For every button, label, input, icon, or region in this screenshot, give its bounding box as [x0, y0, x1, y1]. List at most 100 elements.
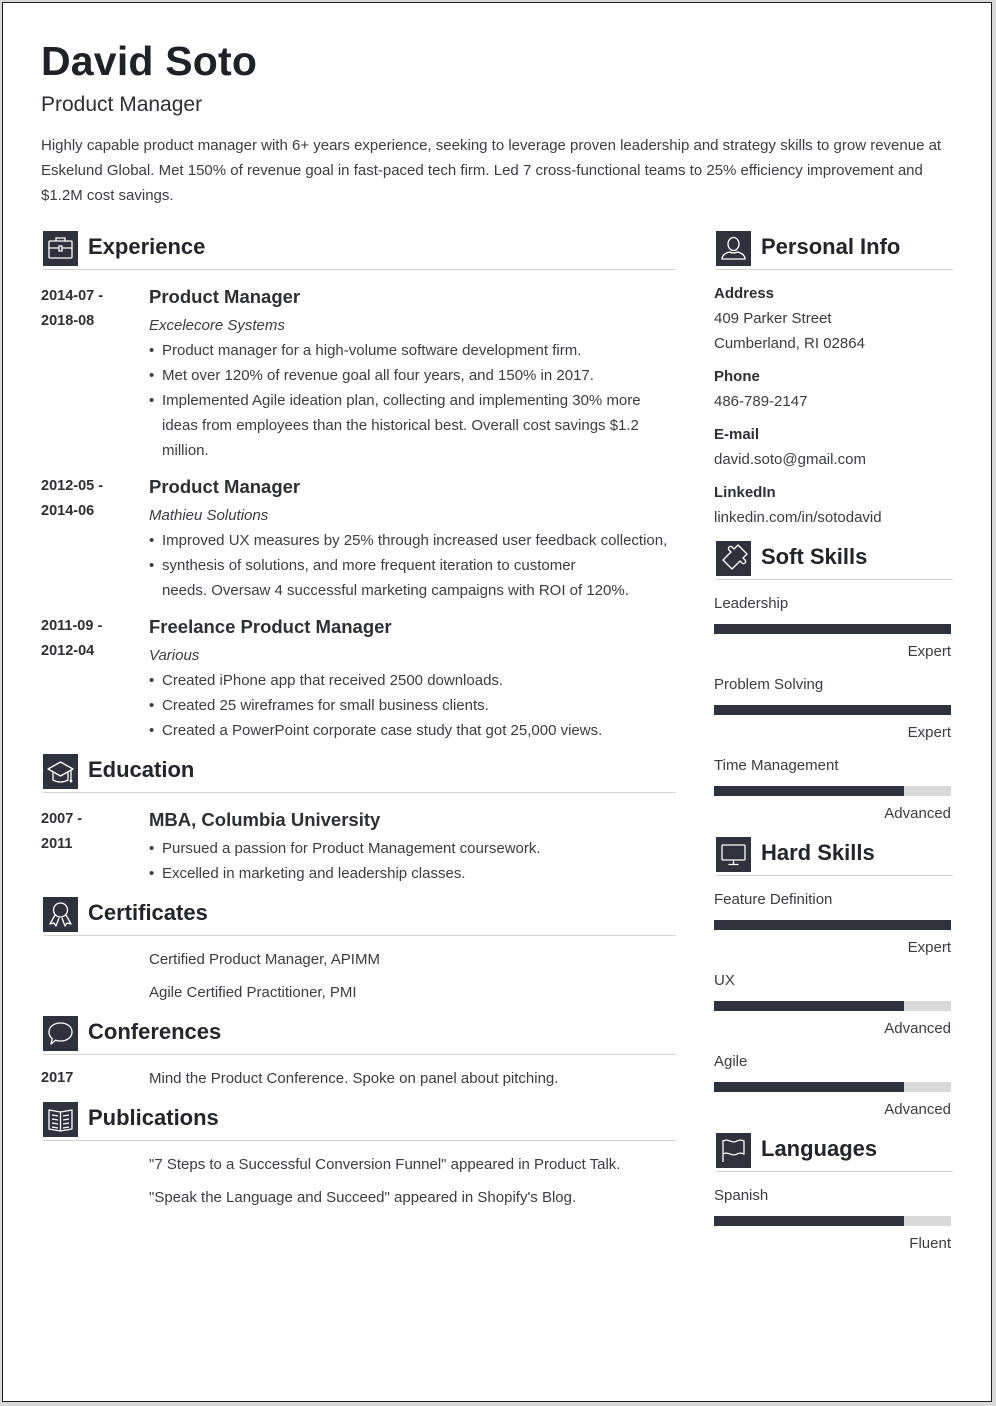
skill-level-bar — [714, 1001, 951, 1011]
skill-level-fill — [714, 920, 951, 930]
section-divider — [43, 935, 676, 936]
job-title: Product Manager — [149, 476, 301, 497]
job-title: Freelance Product Manager — [149, 616, 392, 637]
section-title: Languages — [761, 1136, 878, 1161]
job-bullets: Improved UX measures by 25% through incr… — [149, 528, 679, 603]
bullet-item: Created 25 wireframes for small business… — [149, 693, 679, 718]
certificate-item: Certified Product Manager, APIMM — [149, 951, 380, 968]
email-label: E-mail — [714, 426, 760, 443]
edu-bullets: Pursued a passion for Product Management… — [149, 836, 679, 886]
job-bullets: Created iPhone app that received 2500 do… — [149, 668, 679, 743]
publication-item: "Speak the Language and Succeed" appeare… — [149, 1189, 577, 1206]
linkedin-label: LinkedIn — [714, 484, 776, 501]
skill-name: Leadership — [714, 595, 789, 612]
bullet-item: Implemented Agile ideation plan, collect… — [149, 388, 652, 463]
briefcase-icon — [43, 231, 78, 266]
skill-level-label: Advanced — [884, 1020, 951, 1037]
job-date-end: 2018-08 — [41, 313, 95, 329]
bullet-item: Pursued a passion for Product Management… — [149, 836, 679, 861]
job-date-start: 2011-09 - — [41, 618, 103, 634]
section-divider — [716, 1171, 953, 1172]
skill-level-bar — [714, 624, 951, 634]
skill-level-bar — [714, 1216, 951, 1226]
section-title: Publications — [88, 1105, 219, 1130]
puzzle-piece-icon — [716, 541, 751, 576]
skill-level-fill — [714, 624, 951, 634]
skill-level-bar — [714, 786, 951, 796]
skill-level-bar — [714, 705, 951, 715]
bullet-item: needs. Oversaw 4 successful marketing ca… — [162, 582, 629, 599]
job-date-start: 2012-05 - — [41, 478, 104, 494]
skill-level-label: Expert — [907, 724, 951, 741]
skill-level-bar — [714, 920, 951, 930]
publication-item: "7 Steps to a Successful Conversion Funn… — [149, 1156, 621, 1173]
section-divider — [43, 792, 676, 793]
section-title: Certificates — [88, 900, 208, 925]
skill-level-label: Advanced — [884, 805, 951, 822]
address-line2: Cumberland, RI 02864 — [714, 335, 865, 352]
summary-paragraph: Highly capable product manager with 6+ y… — [41, 137, 942, 204]
section-divider — [716, 579, 953, 580]
certificate-item: Agile Certified Practitioner, PMI — [149, 984, 357, 1001]
skill-name: Time Management — [714, 757, 839, 774]
candidate-role: Product Manager — [41, 93, 203, 116]
graduation-cap-icon — [43, 754, 78, 789]
skill-level-fill — [714, 705, 951, 715]
flag-icon — [716, 1133, 751, 1168]
bullet-item: synthesis of solutions, and more frequen… — [149, 553, 679, 578]
skill-level-bar — [714, 1082, 951, 1092]
skill-level-label: Advanced — [884, 1101, 951, 1118]
skill-level-label: Expert — [907, 643, 951, 660]
section-title: Experience — [88, 234, 206, 259]
job-company: Mathieu Solutions — [149, 507, 269, 524]
skill-level-fill — [714, 1082, 904, 1092]
section-title: Soft Skills — [761, 544, 868, 569]
job-company: Various — [149, 647, 200, 664]
job-date-start: 2014-07 - — [41, 288, 104, 304]
section-divider — [43, 1140, 676, 1141]
edu-date-start: 2007 - — [41, 811, 83, 827]
bullet-item: Created iPhone app that received 2500 do… — [149, 668, 679, 693]
job-date-end: 2012-04 — [41, 643, 95, 659]
skill-name: Problem Solving — [714, 676, 824, 693]
skill-name: Agile — [714, 1053, 748, 1070]
section-divider — [716, 875, 953, 876]
skill-level-fill — [714, 786, 904, 796]
section-title: Personal Info — [761, 234, 901, 259]
section-title: Conferences — [88, 1019, 222, 1044]
address-line1: 409 Parker Street — [714, 310, 832, 327]
address-label: Address — [714, 285, 775, 302]
skill-name: Spanish — [714, 1187, 769, 1204]
bullet-item: Excelled in marketing and leadership cla… — [149, 861, 679, 886]
job-date-end: 2014-06 — [41, 503, 95, 519]
linkedin-value[interactable]: linkedin.com/in/sotodavid — [714, 509, 882, 526]
job-bullets: Product manager for a high-volume softwa… — [149, 338, 679, 463]
monitor-icon — [716, 837, 751, 872]
section-divider — [43, 269, 676, 270]
open-book-icon — [43, 1102, 78, 1137]
bullet-item: Met over 120% of revenue goal all four y… — [149, 363, 679, 388]
email-value[interactable]: david.soto@gmail.com — [714, 451, 866, 468]
section-title: Hard Skills — [761, 840, 875, 865]
bullet-item: Created a PowerPoint corporate case stud… — [149, 718, 679, 743]
phone-label: Phone — [714, 368, 760, 385]
user-icon — [716, 231, 751, 266]
phone-value: 486-789-2147 — [714, 393, 808, 410]
award-ribbon-icon — [43, 897, 78, 932]
bullet-item: Improved UX measures by 25% through incr… — [149, 528, 679, 553]
conference-year: 2017 — [41, 1070, 74, 1086]
section-divider — [43, 1054, 676, 1055]
skill-name: UX — [714, 972, 735, 989]
job-title: Product Manager — [149, 286, 301, 307]
conference-item: Mind the Product Conference. Spoke on pa… — [149, 1070, 559, 1087]
skill-level-label: Expert — [907, 939, 951, 956]
candidate-name: David Soto — [41, 38, 258, 84]
skill-level-label: Fluent — [909, 1235, 951, 1252]
skill-name: Feature Definition — [714, 891, 833, 908]
speech-bubble-icon — [43, 1016, 78, 1051]
section-divider — [716, 269, 953, 270]
section-title: Education — [88, 757, 195, 782]
bullet-item: Product manager for a high-volume softwa… — [149, 338, 679, 363]
skill-level-fill — [714, 1216, 904, 1226]
edu-date-end: 2011 — [41, 836, 73, 852]
